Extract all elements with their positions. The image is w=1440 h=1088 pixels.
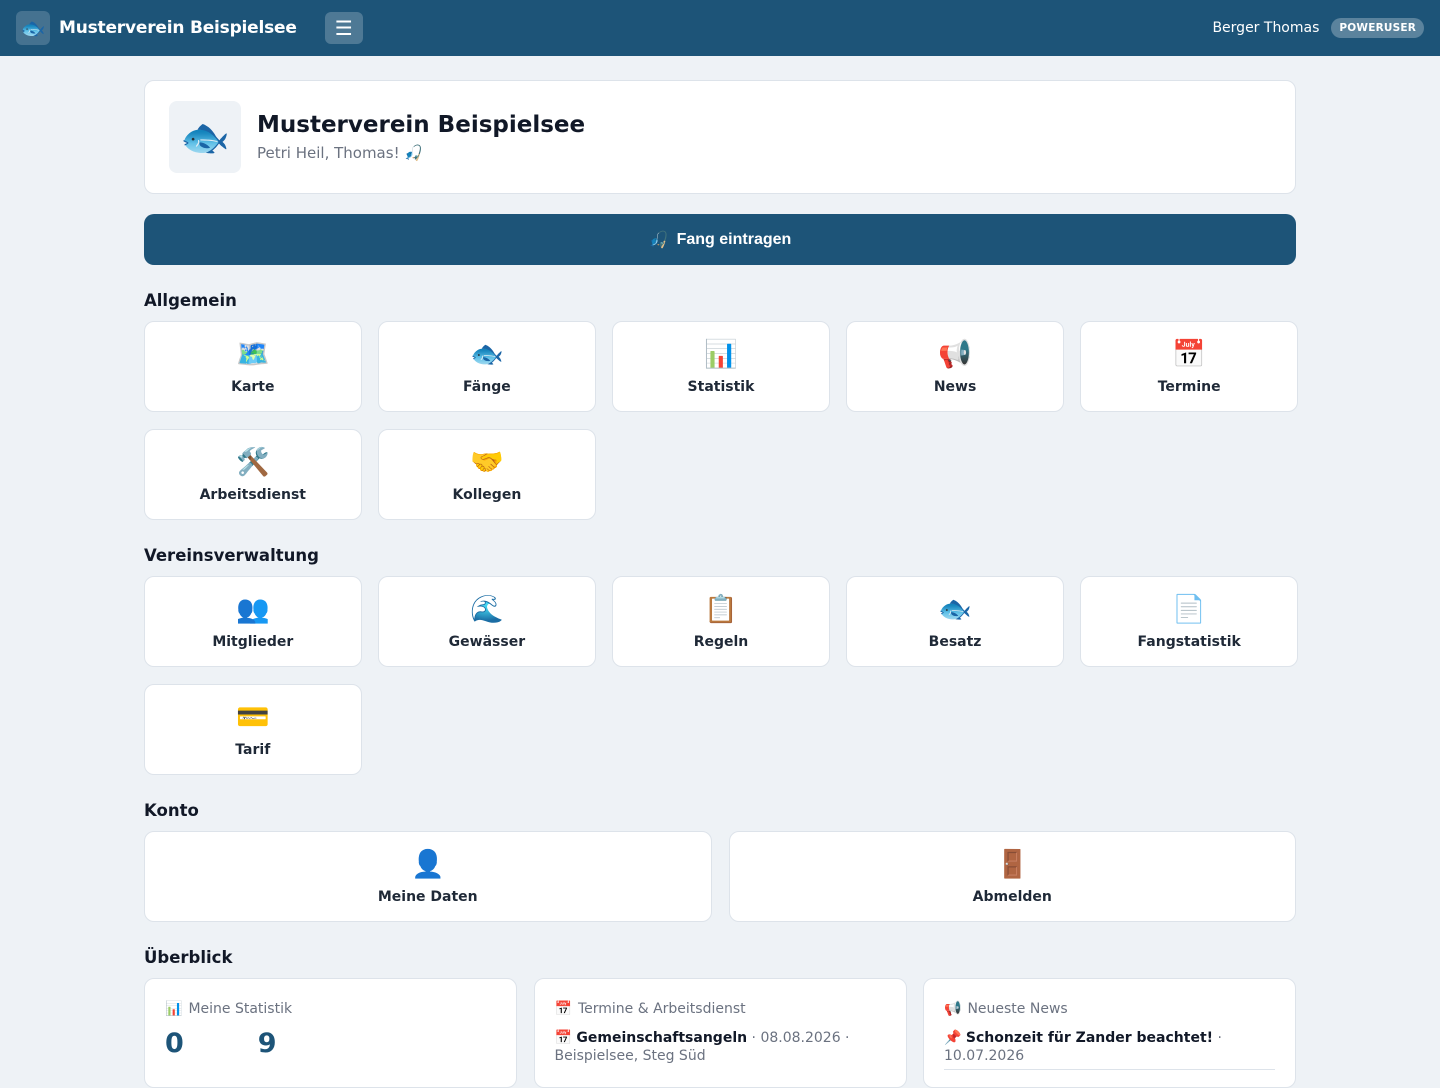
fish-icon: 🐟 (470, 338, 504, 370)
hamburger-icon[interactable]: ☰ (324, 12, 363, 44)
club-title: Musterverein Beispielsee (257, 112, 586, 138)
tile-label: Mitglieder (212, 633, 294, 650)
fish-icon: 🐟 (938, 593, 972, 625)
tile-meine-daten[interactable]: 👤 Meine Daten (144, 831, 712, 922)
tile-label: Abmelden (972, 888, 1052, 905)
role-badge: POWERUSER (1331, 18, 1424, 38)
section-title-ueberblick: Überblick (144, 948, 233, 967)
user-area: Berger Thomas POWERUSER (1212, 18, 1424, 38)
allgemein-grid: 🗺️ Karte 🐟 Fänge 📊 Statistik 📢 News 📅 Te… (144, 321, 1298, 520)
overview-card-termine: 📅 Termine & Arbeitsdienst 📅 Gemeinschaft… (533, 978, 907, 1088)
tile-news[interactable]: 📢 News (846, 321, 1064, 412)
club-greeting: Petri Heil, Thomas! 🎣 (257, 144, 424, 162)
tile-tarif[interactable]: 💳 Tarif (144, 684, 362, 775)
calendar-icon: 📅 (554, 1001, 572, 1017)
tile-label: News (933, 378, 977, 395)
tile-label: Tarif (235, 741, 271, 758)
fang-eintragen-button[interactable]: 🎣 Fang eintragen (144, 214, 1296, 265)
news-title: Schonzeit für Zander beachtet! (965, 1030, 1214, 1046)
overview-card-header: 📢 Neueste News (944, 1001, 1275, 1017)
section-title-vereinsverwaltung: Vereinsverwaltung (144, 546, 319, 565)
overview-card-header: 📊 Meine Statistik (165, 1001, 496, 1017)
stat-value: 9 (257, 1028, 277, 1059)
megaphone-icon: 📢 (944, 1001, 962, 1017)
konto-grid: 👤 Meine Daten 🚪 Abmelden (144, 831, 1296, 922)
door-icon: 🚪 (995, 848, 1030, 880)
overview-card-news: 📢 Neueste News 📌 Schonzeit für Zander be… (923, 978, 1296, 1088)
tile-label: Termine (1157, 378, 1221, 395)
top-navbar: 🐟 Musterverein Beispielsee ☰ Berger Thom… (0, 0, 1440, 56)
event-item[interactable]: 📅 Gemeinschaftsangeln · 08.08.2026 · Bei… (555, 1029, 886, 1065)
bar-chart-icon: 📊 (704, 338, 738, 370)
user-icon: 👤 (410, 848, 445, 880)
club-logo-fish-icon: 🐟 (169, 101, 241, 173)
tile-label: Arbeitsdienst (199, 486, 306, 503)
tile-fangstatistik[interactable]: 📄 Fangstatistik (1080, 576, 1298, 667)
pushpin-icon: 📌 (944, 1030, 962, 1046)
club-text: Musterverein Beispielsee Petri Heil, Tho… (257, 112, 585, 162)
tile-label: Besatz (928, 633, 982, 650)
document-icon: 📄 (1172, 593, 1206, 625)
tile-statistik[interactable]: 📊 Statistik (612, 321, 830, 412)
megaphone-icon: 📢 (938, 338, 972, 370)
tile-abmelden[interactable]: 🚪 Abmelden (728, 831, 1296, 922)
tile-label: Regeln (693, 633, 749, 650)
tile-besatz[interactable]: 🐟 Besatz (846, 576, 1064, 667)
tile-label: Fangstatistik (1137, 633, 1241, 650)
tile-regeln[interactable]: 📋 Regeln (612, 576, 830, 667)
event-title: Gemeinschaftsangeln (576, 1030, 748, 1046)
tile-label: Meine Daten (377, 888, 478, 905)
tile-arbeitsdienst[interactable]: 🛠️ Arbeitsdienst (144, 429, 362, 520)
calendar-icon: 📅 (554, 1030, 572, 1046)
overview-grid: 📊 Meine Statistik 0 9 📅 Termine & Arbeit… (144, 978, 1296, 1088)
stat-block: 0 (165, 1029, 184, 1059)
fish-icon[interactable]: 🐟 (16, 11, 50, 45)
map-icon: 🗺️ (235, 338, 270, 370)
clipboard-icon: 📋 (704, 593, 738, 625)
stat-value: 0 (165, 1028, 184, 1059)
handshake-icon: 🤝 (470, 446, 504, 478)
stat-values: 0 9 (165, 1029, 496, 1059)
fishing-pole-icon: 🎣 (648, 231, 669, 249)
section-title-allgemein: Allgemein (144, 291, 237, 310)
tile-label: Fänge (463, 378, 511, 395)
tools-icon: 🛠️ (235, 446, 270, 478)
tile-termine[interactable]: 📅 Termine (1080, 321, 1298, 412)
overview-card-title: Meine Statistik (188, 1001, 293, 1017)
members-icon: 👥 (235, 593, 270, 625)
club-header-card: 🐟 Musterverein Beispielsee Petri Heil, T… (144, 80, 1296, 194)
tile-label: Statistik (687, 378, 755, 395)
user-name[interactable]: Berger Thomas (1212, 20, 1319, 36)
brand-name[interactable]: Musterverein Beispielsee (59, 18, 297, 38)
fang-eintragen-label: Fang eintragen (676, 230, 792, 248)
tile-faenge[interactable]: 🐟 Fänge (378, 321, 596, 412)
tile-label: Karte (231, 378, 275, 395)
tile-mitglieder[interactable]: 👥 Mitglieder (144, 576, 362, 667)
vereinsverwaltung-grid: 👥 Mitglieder 🌊 Gewässer 📋 Regeln 🐟 Besat… (144, 576, 1298, 775)
calendar-icon: 📅 (1172, 338, 1206, 370)
bar-chart-icon: 📊 (165, 1001, 183, 1017)
wave-icon: 🌊 (470, 593, 504, 625)
tile-kollegen[interactable]: 🤝 Kollegen (378, 429, 596, 520)
tile-karte[interactable]: 🗺️ Karte (144, 321, 362, 412)
overview-card-statistik: 📊 Meine Statistik 0 9 (144, 978, 517, 1088)
tile-label: Gewässer (448, 633, 526, 650)
tile-label: Kollegen (452, 486, 522, 503)
stat-block: 9 (258, 1029, 277, 1059)
main-content: 🐟 Musterverein Beispielsee Petri Heil, T… (144, 80, 1298, 1088)
section-title-konto: Konto (144, 801, 199, 820)
overview-card-title: Neueste News (967, 1001, 1068, 1017)
overview-card-header: 📅 Termine & Arbeitsdienst (555, 1001, 886, 1017)
credit-card-icon: 💳 (235, 701, 270, 733)
tile-gewaesser[interactable]: 🌊 Gewässer (378, 576, 596, 667)
news-item[interactable]: 📌 Schonzeit für Zander beachtet! · 10.07… (944, 1029, 1275, 1070)
overview-card-title: Termine & Arbeitsdienst (577, 1001, 746, 1017)
